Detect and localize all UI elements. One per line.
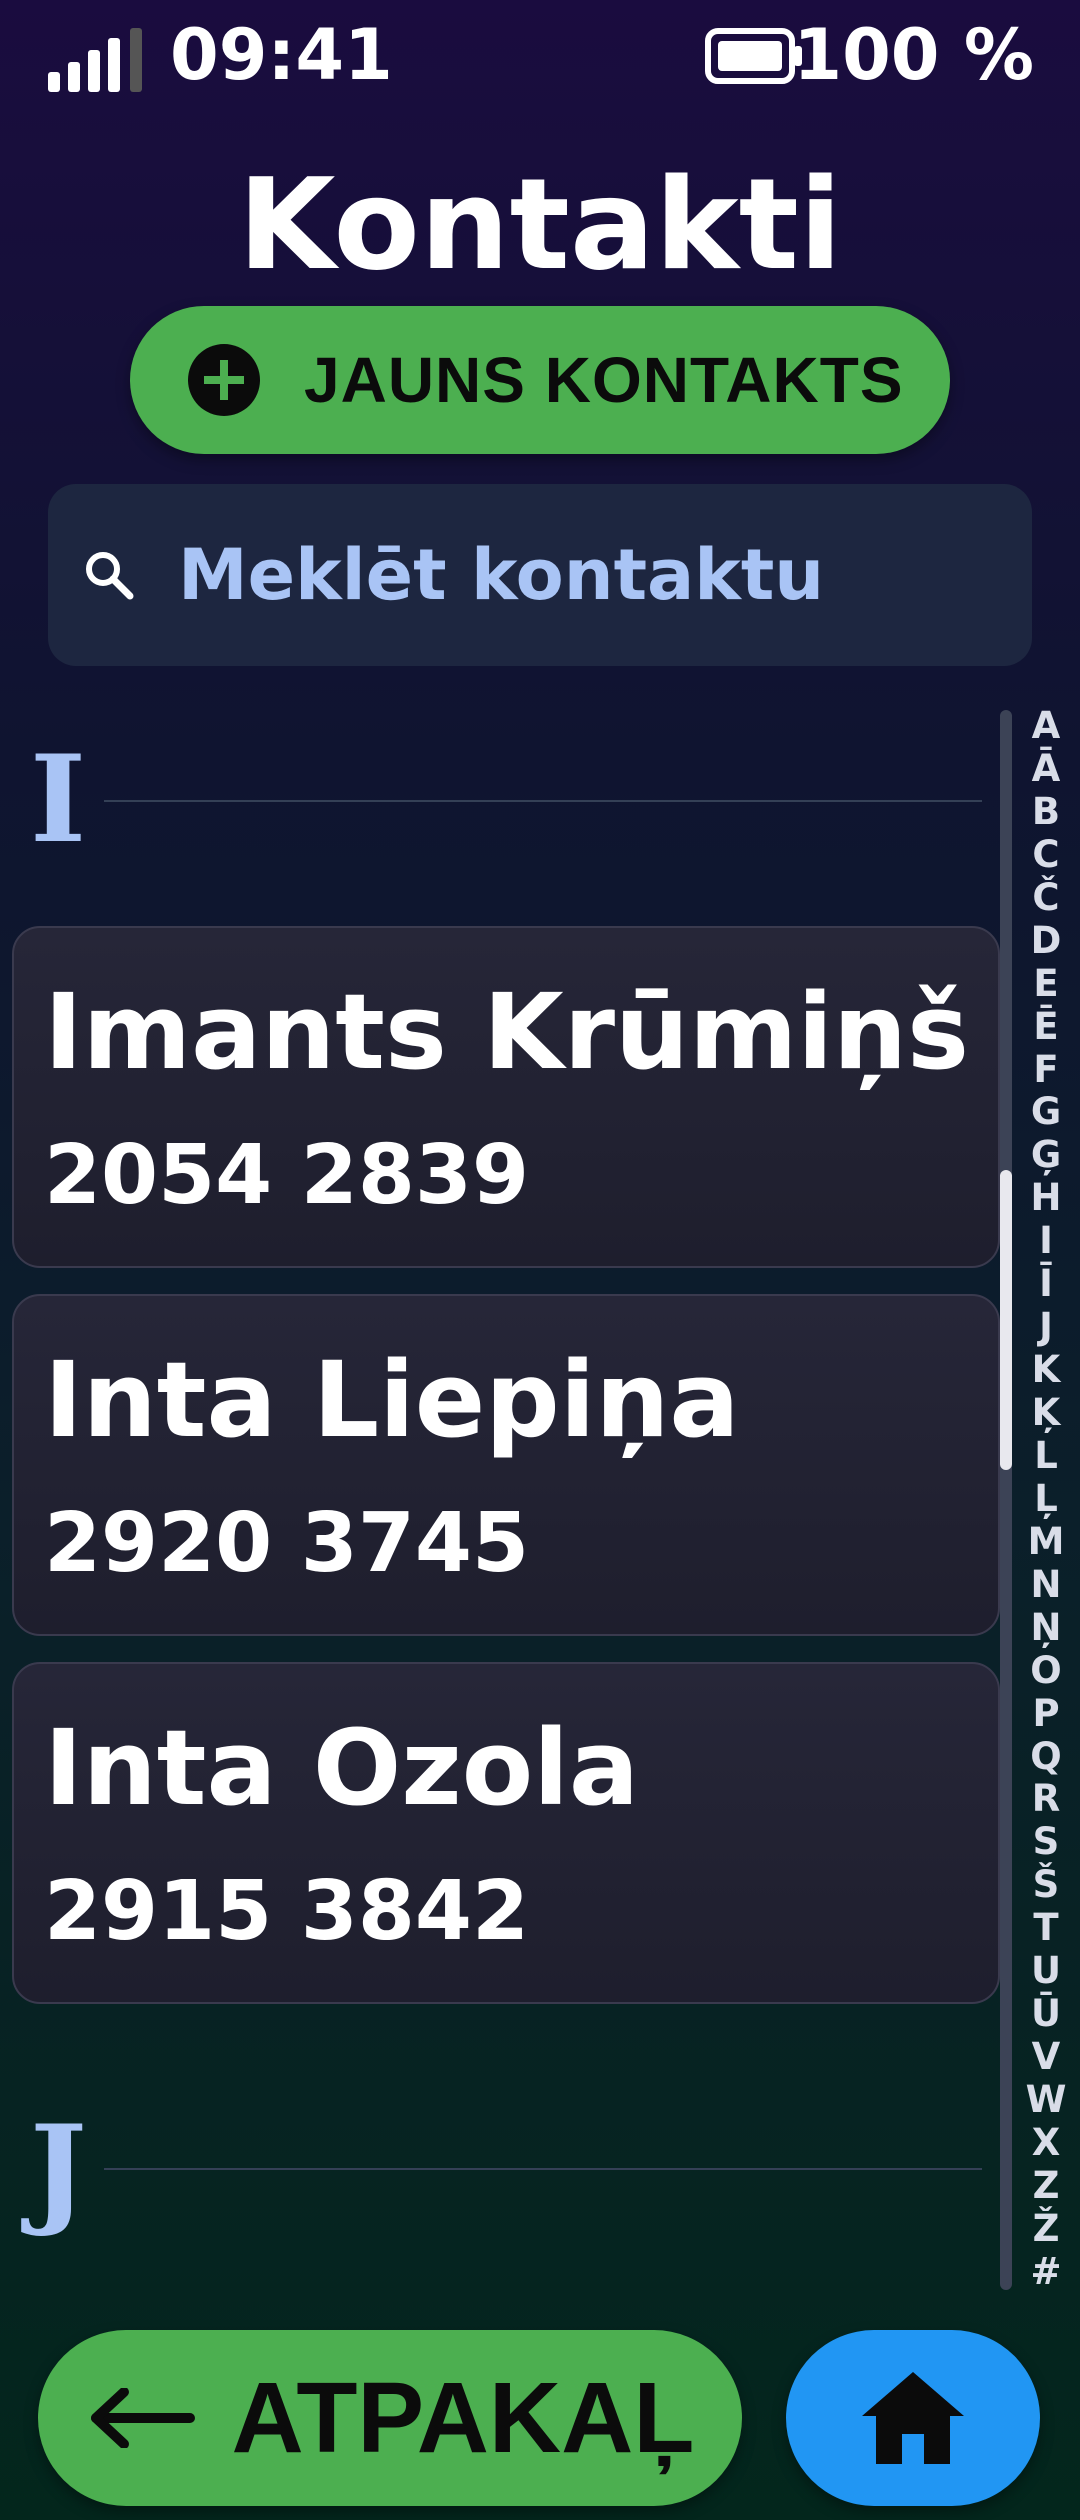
alphabet-index-letter[interactable]: O: [1030, 1650, 1061, 1691]
contact-phone: 2915 3842: [44, 1864, 529, 1959]
alphabet-index-letter[interactable]: Ķ: [1032, 1393, 1061, 1433]
contact-card[interactable]: Inta Liepiņa 2920 3745: [12, 1294, 1000, 1636]
alphabet-index-letter[interactable]: W: [1026, 2080, 1067, 2120]
alphabet-index-letter[interactable]: B: [1032, 791, 1060, 832]
alphabet-index-letter[interactable]: Ū: [1031, 1994, 1061, 2034]
contact-name: Inta Ozola: [44, 1707, 640, 1829]
section-letter: J: [30, 2099, 87, 2240]
alphabet-index-letter[interactable]: C: [1032, 834, 1059, 875]
scrollbar-track[interactable]: [1000, 710, 1012, 2290]
battery-icon: [705, 28, 802, 84]
alphabet-index-letter[interactable]: J: [1039, 1307, 1053, 1347]
home-icon: [862, 2372, 964, 2464]
status-bar: 09:41 100 %: [0, 0, 1080, 110]
alphabet-index-letter[interactable]: R: [1032, 1779, 1061, 1819]
signal-icon: [48, 28, 142, 92]
alphabet-index-letter[interactable]: L: [1034, 1435, 1058, 1476]
contact-phone: 2054 2839: [44, 1128, 529, 1223]
page-title: Kontakti: [237, 151, 843, 298]
alphabet-index-letter[interactable]: Č: [1032, 877, 1059, 918]
contact-card[interactable]: Imants Krūmiņš 2054 2839: [12, 926, 1000, 1268]
home-button[interactable]: [786, 2330, 1040, 2506]
contact-phone: 2920 3745: [44, 1496, 529, 1591]
alphabet-index-letter[interactable]: X: [1032, 2122, 1061, 2163]
alphabet-index-letter[interactable]: G: [1031, 1092, 1061, 1132]
alphabet-index-letter[interactable]: Ē: [1033, 1006, 1058, 1047]
search-icon: [86, 552, 134, 600]
arrow-left-icon: [90, 2388, 195, 2448]
plus-circle-icon: [188, 344, 260, 416]
alphabet-index-letter[interactable]: Ņ: [1031, 1607, 1062, 1648]
section-divider: [104, 800, 982, 802]
alphabet-index-letter[interactable]: Ļ: [1034, 1478, 1058, 1519]
new-contact-button[interactable]: JAUNS KONTAKTS: [130, 306, 950, 454]
alphabet-index-letter[interactable]: Ž: [1033, 2208, 1060, 2249]
alphabet-index-letter[interactable]: K: [1032, 1350, 1061, 1390]
alphabet-index-letter[interactable]: V: [1032, 2037, 1061, 2077]
alphabet-index-letter[interactable]: Ī: [1039, 1264, 1053, 1304]
alphabet-index-letter[interactable]: D: [1031, 920, 1062, 961]
back-button[interactable]: ATPAKAĻ: [38, 2330, 742, 2506]
alphabet-index-letter[interactable]: #: [1030, 2251, 1061, 2292]
alphabet-index-letter[interactable]: I: [1039, 1221, 1053, 1261]
alphabet-index-letter[interactable]: P: [1032, 1693, 1059, 1734]
alphabet-index-letter[interactable]: U: [1031, 1951, 1061, 1991]
contact-card[interactable]: Inta Ozola 2915 3842: [12, 1662, 1000, 2004]
section-divider: [104, 2168, 982, 2170]
search-input[interactable]: Meklēt kontaktu: [48, 484, 1032, 666]
battery-percentage: 100 %: [793, 14, 1034, 96]
contact-name: Inta Liepiņa: [44, 1339, 740, 1461]
alphabet-index-letter[interactable]: N: [1031, 1564, 1062, 1605]
alphabet-index-letter[interactable]: Q: [1030, 1736, 1061, 1777]
back-label: ATPAKAĻ: [231, 2361, 695, 2474]
new-contact-label: JAUNS KONTAKTS: [304, 344, 904, 416]
contact-name: Imants Krūmiņš: [44, 971, 969, 1093]
alphabet-index-letter[interactable]: M: [1028, 1521, 1065, 1562]
alphabet-index-letter[interactable]: A: [1032, 706, 1061, 746]
status-time: 09:41: [170, 14, 393, 96]
alphabet-index-letter[interactable]: F: [1033, 1049, 1058, 1090]
scrollbar-thumb[interactable]: [1000, 1170, 1012, 1470]
alphabet-index-letter[interactable]: E: [1033, 963, 1058, 1004]
alphabet-index-letter[interactable]: H: [1031, 1178, 1062, 1218]
alphabet-index-letter[interactable]: Š: [1033, 1865, 1060, 1905]
alphabet-index-letter[interactable]: S: [1033, 1822, 1060, 1862]
alphabet-index[interactable]: A Ā B C Č D E Ē F G Ģ H I Ī J K Ķ L Ļ M N Ņ O P Q R S Š T U Ū V W X Z Ž #: [1022, 706, 1070, 2292]
alphabet-index-letter[interactable]: Ģ: [1031, 1135, 1061, 1175]
alphabet-index-letter[interactable]: Ā: [1032, 748, 1061, 789]
search-placeholder: Meklēt kontaktu: [178, 534, 825, 616]
alphabet-index-letter[interactable]: Z: [1033, 2165, 1060, 2206]
alphabet-index-letter[interactable]: T: [1033, 1908, 1058, 1948]
section-letter: I: [30, 729, 87, 870]
